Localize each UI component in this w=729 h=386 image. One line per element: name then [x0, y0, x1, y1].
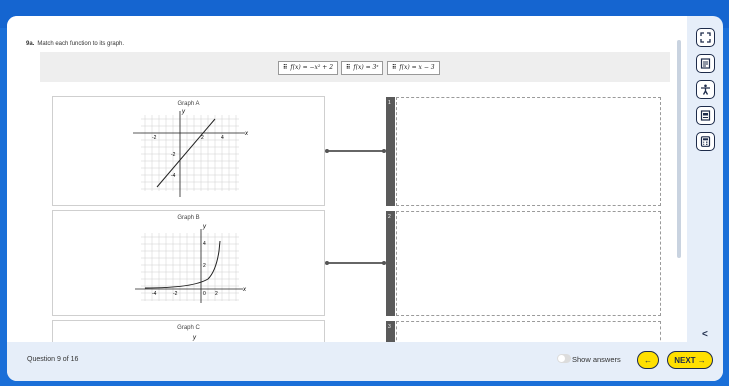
y-axis-label: y [193, 335, 196, 341]
tick-label: 4 [203, 241, 206, 247]
choice-label: f(x) = −x² + 2 [290, 64, 334, 71]
show-answers-toggle[interactable] [557, 354, 571, 363]
next-button[interactable]: NEXT → [667, 351, 713, 369]
question-counter: Question 9 of 16 [27, 356, 79, 363]
calculator-icon [700, 136, 711, 147]
drop-zone-tab-2: 2 [386, 211, 395, 316]
scrollbar[interactable] [677, 40, 681, 258]
drop-zone-tab-3: 3 [386, 321, 395, 342]
question-text: Match each function to its graph. [37, 41, 125, 47]
connector-dot[interactable] [325, 261, 329, 265]
drag-handle-icon[interactable]: ⠿ [346, 65, 350, 71]
drop-zone-number: 3 [388, 324, 391, 330]
drop-zone-1[interactable] [396, 97, 661, 206]
graph-a-plot [133, 111, 245, 197]
connector-line-b [327, 262, 385, 264]
choice-chip-2[interactable]: ⠿ f(x) = 3ˣ [341, 61, 384, 75]
tick-label: -2 [152, 135, 157, 141]
tick-label: 4 [221, 135, 224, 141]
question-number: 9a. [26, 41, 35, 47]
y-axis-label: y [182, 109, 185, 115]
calculator-button[interactable] [696, 132, 715, 151]
question-prompt: 9a. Match each function to its graph. [26, 41, 124, 47]
drop-zone-2[interactable] [396, 211, 661, 316]
graph-b-plot [135, 229, 243, 303]
tick-label: 2 [203, 263, 206, 269]
graph-card-a: Graph A x y -2 2 4 -2 -4 [52, 96, 325, 206]
fullscreen-button[interactable] [696, 28, 715, 47]
tick-label: 0 [203, 291, 206, 297]
drop-zone-3[interactable] [396, 321, 661, 342]
show-answers-label: Show answers [572, 355, 621, 364]
drag-handle-icon[interactable]: ⠿ [283, 65, 287, 71]
connector-line-a [327, 150, 385, 152]
x-axis-label: x [245, 131, 248, 137]
notes-button[interactable] [696, 54, 715, 73]
drop-zone-number: 2 [388, 214, 391, 220]
collapse-toolbar-button[interactable]: < [702, 329, 708, 340]
graph-card-b: Graph B x y -4 -2 0 2 4 2 [52, 210, 325, 316]
tick-label: -2 [173, 291, 178, 297]
choice-label: f(x) = x − 3 [399, 64, 435, 71]
tick-label: -4 [171, 173, 176, 179]
x-axis-label: x [243, 287, 246, 293]
reference-sheet-icon [700, 110, 711, 121]
accessibility-button[interactable] [696, 80, 715, 99]
choice-chip-1[interactable]: ⠿ f(x) = −x² + 2 [278, 61, 339, 75]
tick-label: 2 [201, 135, 204, 141]
fullscreen-icon [700, 32, 711, 43]
drop-zone-tab-1: 1 [386, 97, 395, 206]
app-window: 9a. Match each function to its graph. ⠿ f(… [7, 16, 723, 381]
tick-label: -4 [152, 291, 157, 297]
y-axis-label: y [203, 224, 206, 230]
notes-icon [700, 58, 711, 69]
tick-label: -2 [171, 152, 176, 158]
choice-chip-3[interactable]: ⠿ f(x) = x − 3 [387, 61, 440, 75]
accessibility-icon [701, 84, 710, 95]
choice-tray: ⠿ f(x) = −x² + 2 ⠿ f(x) = 3ˣ ⠿ f(x) = x − 3 [40, 52, 670, 82]
footer-bar: Question 9 of 16 Show answers ← NEXT → [7, 342, 723, 381]
back-button[interactable]: ← [637, 351, 659, 369]
graph-card-c: Graph C y [52, 320, 325, 342]
drop-zone-number: 1 [388, 100, 391, 106]
graph-title: Graph C [177, 325, 200, 331]
drag-handle-icon[interactable]: ⠿ [392, 65, 396, 71]
question-panel: 9a. Match each function to its graph. ⠿ f(… [7, 16, 687, 342]
tick-label: 2 [215, 291, 218, 297]
choice-label: f(x) = 3ˣ [353, 64, 379, 71]
reference-sheet-button[interactable] [696, 106, 715, 125]
connector-dot[interactable] [325, 149, 329, 153]
